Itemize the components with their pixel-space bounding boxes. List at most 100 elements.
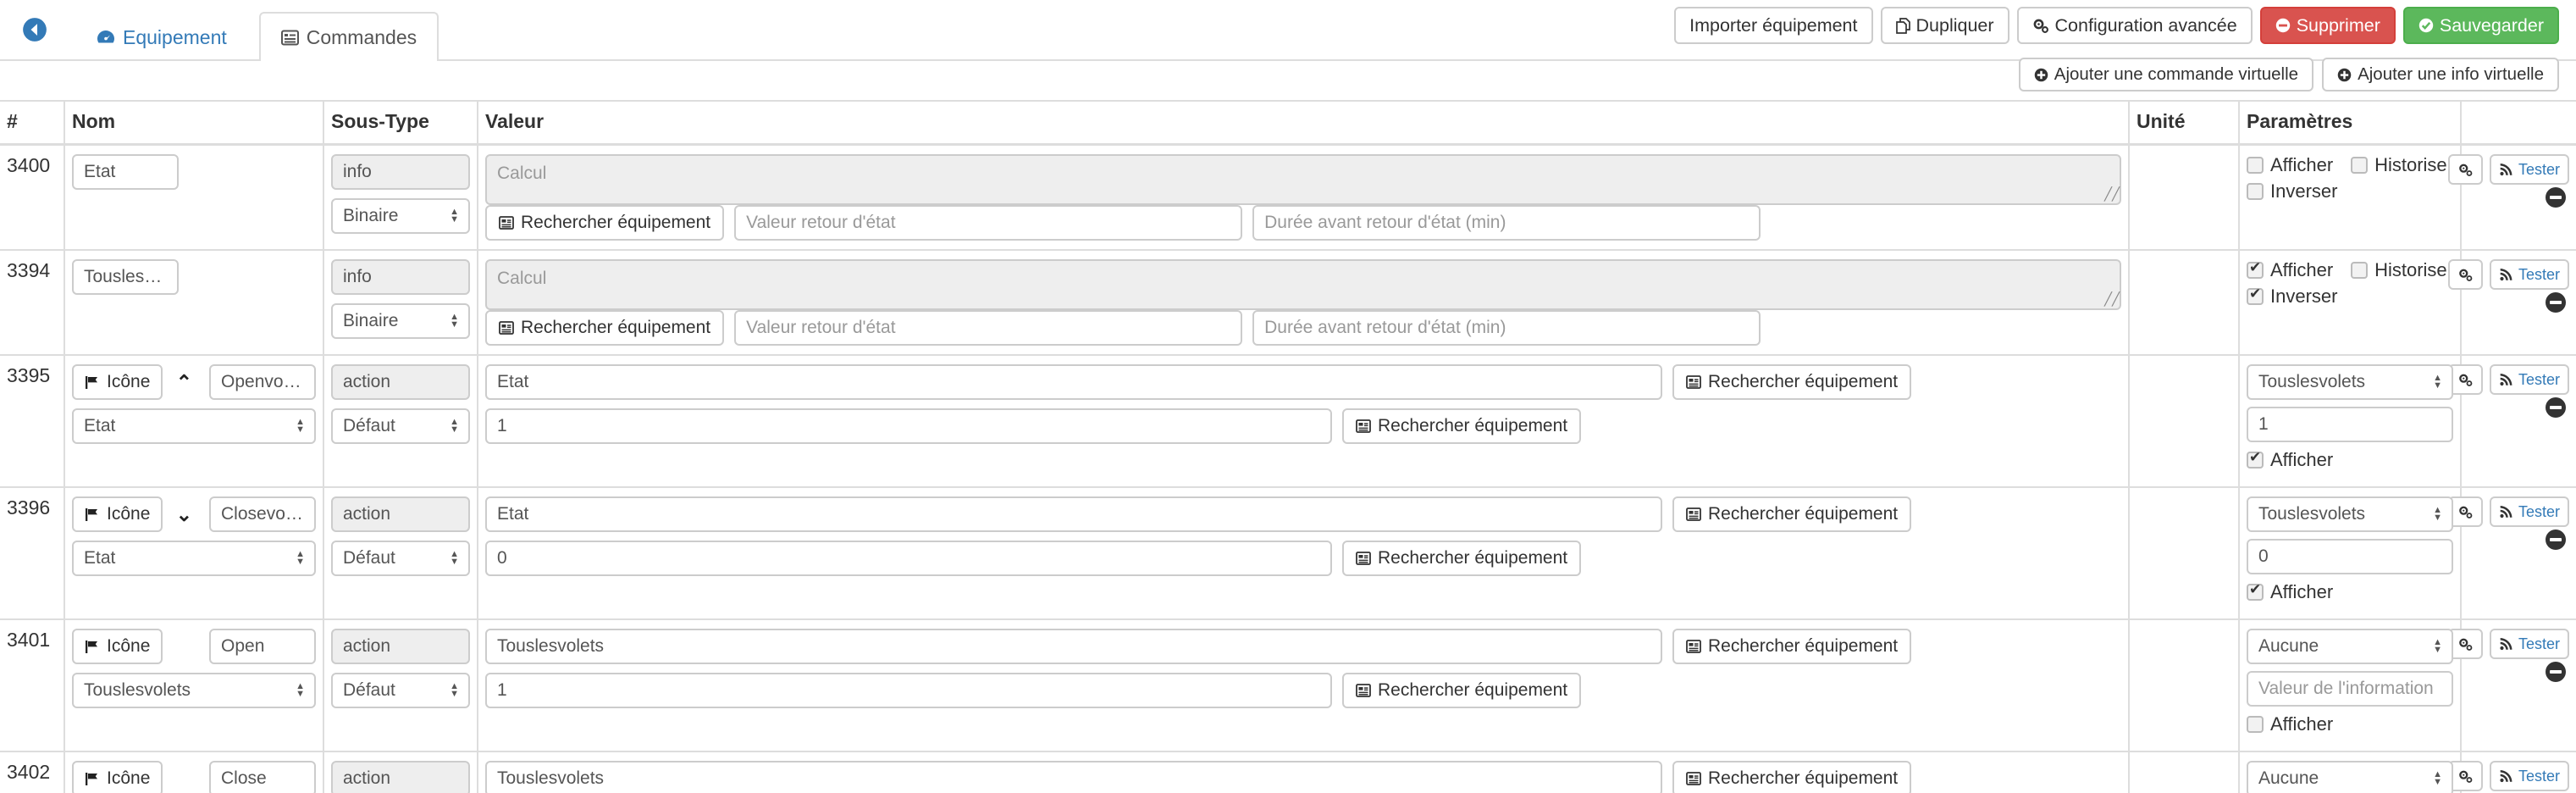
search-equipment-button[interactable]: Rechercher équipement [1672, 629, 1912, 664]
info-value-input[interactable]: Valeur de l'information [2247, 671, 2453, 707]
search-equipment-button[interactable]: Rechercher équipement [1672, 364, 1912, 400]
search-equipment-button[interactable]: Rechercher équipement [485, 310, 725, 346]
resize-grip-icon[interactable]: ╱╱ [2104, 293, 2120, 308]
afficher-checkbox[interactable] [2247, 716, 2264, 733]
configure-command-button[interactable] [2447, 364, 2483, 395]
row-name-cell: Etat [64, 144, 324, 251]
remove-command-icon[interactable] [2546, 530, 2566, 550]
test-command-button[interactable]: Tester [2489, 154, 2569, 185]
afficher-checkbox[interactable] [2247, 581, 2264, 601]
remove-command-icon[interactable] [2546, 397, 2566, 418]
duree-retour-input[interactable]: Durée avant retour d'état (min) [1252, 205, 1761, 241]
save-button[interactable]: Sauvegarder [2402, 7, 2559, 44]
value-request-input[interactable]: Etat [485, 496, 1662, 532]
configure-command-button[interactable] [2447, 496, 2483, 527]
search-equipment-button-secondary[interactable]: Rechercher équipement [1342, 541, 1582, 576]
command-name-input[interactable]: Openvolets [209, 364, 316, 400]
value-secondary-input[interactable]: 1 [485, 673, 1332, 708]
valeur-retour-input[interactable]: Valeur retour d'état [734, 205, 1243, 241]
inverser-checkbox[interactable] [2247, 183, 2264, 200]
choose-icon-button[interactable]: Icône [72, 364, 163, 400]
command-name-input[interactable]: Closevolets [209, 496, 316, 532]
row-id: 3401 [0, 619, 65, 752]
remove-command-icon[interactable] [2546, 187, 2566, 208]
tab-equipement[interactable]: Equipement [75, 12, 249, 61]
tab-commandes[interactable]: Commandes [258, 12, 439, 61]
row-actions-cell: Tester [2447, 250, 2576, 356]
afficher-checkbox[interactable] [2247, 449, 2264, 469]
row-name-cell: Icône ⌄ Closevolets Etat ▲ ▼ [64, 487, 324, 620]
duplicate-button[interactable]: Dupliquer [1880, 7, 2009, 44]
delete-button[interactable]: Supprimer [2259, 7, 2396, 44]
test-command-button[interactable]: Tester [2489, 364, 2569, 395]
calcul-textarea[interactable]: Calcul ╱╱ [485, 259, 2121, 310]
command-group-select[interactable]: Etat ▲ ▼ [72, 408, 316, 444]
add-virtual-info-button[interactable]: Ajouter une info virtuelle [2322, 58, 2559, 92]
command-group-select[interactable]: Etat ▲ ▼ [72, 541, 316, 576]
linked-info-select[interactable]: Aucune ▲ ▼ [2247, 761, 2453, 793]
info-value-input[interactable]: 0 [2247, 539, 2453, 574]
afficher-row: Afficher [2247, 449, 2453, 471]
linked-info-select[interactable]: Aucune ▲ ▼ [2247, 629, 2453, 664]
row-actions: Tester [2447, 761, 2569, 793]
test-command-button[interactable]: Tester [2489, 496, 2569, 527]
command-subtype-select[interactable]: Défaut ▲ ▼ [331, 541, 470, 576]
row-id: 3395 [0, 355, 65, 488]
info-value-input[interactable]: 1 [2247, 407, 2453, 442]
duree-retour-input[interactable]: Durée avant retour d'état (min) [1252, 310, 1761, 346]
configure-command-button[interactable] [2447, 154, 2483, 185]
search-equipment-label: Rechercher équipement [1378, 548, 1568, 568]
value-request-input[interactable]: Touslesvolets [485, 629, 1662, 664]
valeur-retour-input[interactable]: Valeur retour d'état [734, 310, 1243, 346]
test-command-button[interactable]: Tester [2489, 761, 2569, 791]
command-name-input[interactable]: Open [209, 629, 316, 664]
choose-icon-button[interactable]: Icône [72, 629, 163, 664]
value-secondary-input[interactable]: 0 [485, 541, 1332, 576]
test-command-button[interactable]: Tester [2489, 629, 2569, 659]
search-equipment-button[interactable]: Rechercher équipement [1672, 496, 1912, 532]
choose-icon-button[interactable]: Icône [72, 761, 163, 793]
value-bottom-line: 1 Rechercher équipement [485, 408, 2121, 444]
gears-icon [2032, 18, 2049, 34]
value-secondary-input[interactable]: 1 [485, 408, 1332, 444]
back-arrow-icon[interactable] [22, 17, 51, 46]
command-subtype-select[interactable]: Binaire ▲ ▼ [331, 198, 470, 234]
calcul-textarea[interactable]: Calcul ╱╱ [485, 154, 2121, 205]
value-request-input[interactable]: Etat [485, 364, 1662, 400]
test-command-button[interactable]: Tester [2489, 259, 2569, 290]
command-name-input[interactable]: Close [209, 761, 316, 793]
choose-icon-button[interactable]: Icône [72, 496, 163, 532]
add-virtual-command-button[interactable]: Ajouter une commande virtuelle [2018, 58, 2314, 92]
search-equipment-button[interactable]: Rechercher équipement [485, 205, 725, 241]
afficher-checkbox[interactable] [2247, 259, 2264, 279]
inverser-row: Inverser [2247, 180, 2453, 202]
row-unit-cell [2129, 487, 2240, 620]
linked-info-select[interactable]: Touslesvolets ▲ ▼ [2247, 496, 2453, 532]
configure-command-button[interactable] [2447, 761, 2483, 791]
historiser-checkbox[interactable] [2351, 157, 2369, 174]
value-request-input[interactable]: Touslesvolets [485, 761, 1662, 793]
advanced-config-button[interactable]: Configuration avancée [2016, 7, 2253, 44]
remove-command-icon[interactable] [2546, 662, 2566, 682]
search-equipment-button-secondary[interactable]: Rechercher équipement [1342, 408, 1582, 444]
command-subtype-select[interactable]: Binaire ▲ ▼ [331, 303, 470, 339]
linked-info-select[interactable]: Touslesvolets ▲ ▼ [2247, 364, 2453, 400]
row-unit-cell [2129, 355, 2240, 488]
command-subtype-select[interactable]: Défaut ▲ ▼ [331, 408, 470, 444]
command-name-input[interactable]: Etat [72, 154, 179, 190]
row-subtype-cell: info Binaire ▲ ▼ [323, 250, 478, 356]
command-subtype-select[interactable]: Défaut ▲ ▼ [331, 673, 470, 708]
import-equipment-button[interactable]: Importer équipement [1674, 7, 1873, 44]
search-equipment-button-secondary[interactable]: Rechercher équipement [1342, 673, 1582, 708]
afficher-checkbox[interactable] [2247, 157, 2264, 174]
configure-command-button[interactable] [2447, 259, 2483, 290]
remove-command-icon[interactable] [2546, 292, 2566, 313]
command-name-input[interactable]: Touslesvolets [72, 259, 179, 295]
command-group-select[interactable]: Touslesvolets ▲ ▼ [72, 673, 316, 708]
command-type-display: action [331, 629, 470, 664]
resize-grip-icon[interactable]: ╱╱ [2104, 188, 2120, 202]
configure-command-button[interactable] [2447, 629, 2483, 659]
historiser-checkbox[interactable] [2351, 262, 2369, 279]
inverser-checkbox[interactable] [2247, 286, 2264, 305]
search-equipment-button[interactable]: Rechercher équipement [1672, 761, 1912, 793]
